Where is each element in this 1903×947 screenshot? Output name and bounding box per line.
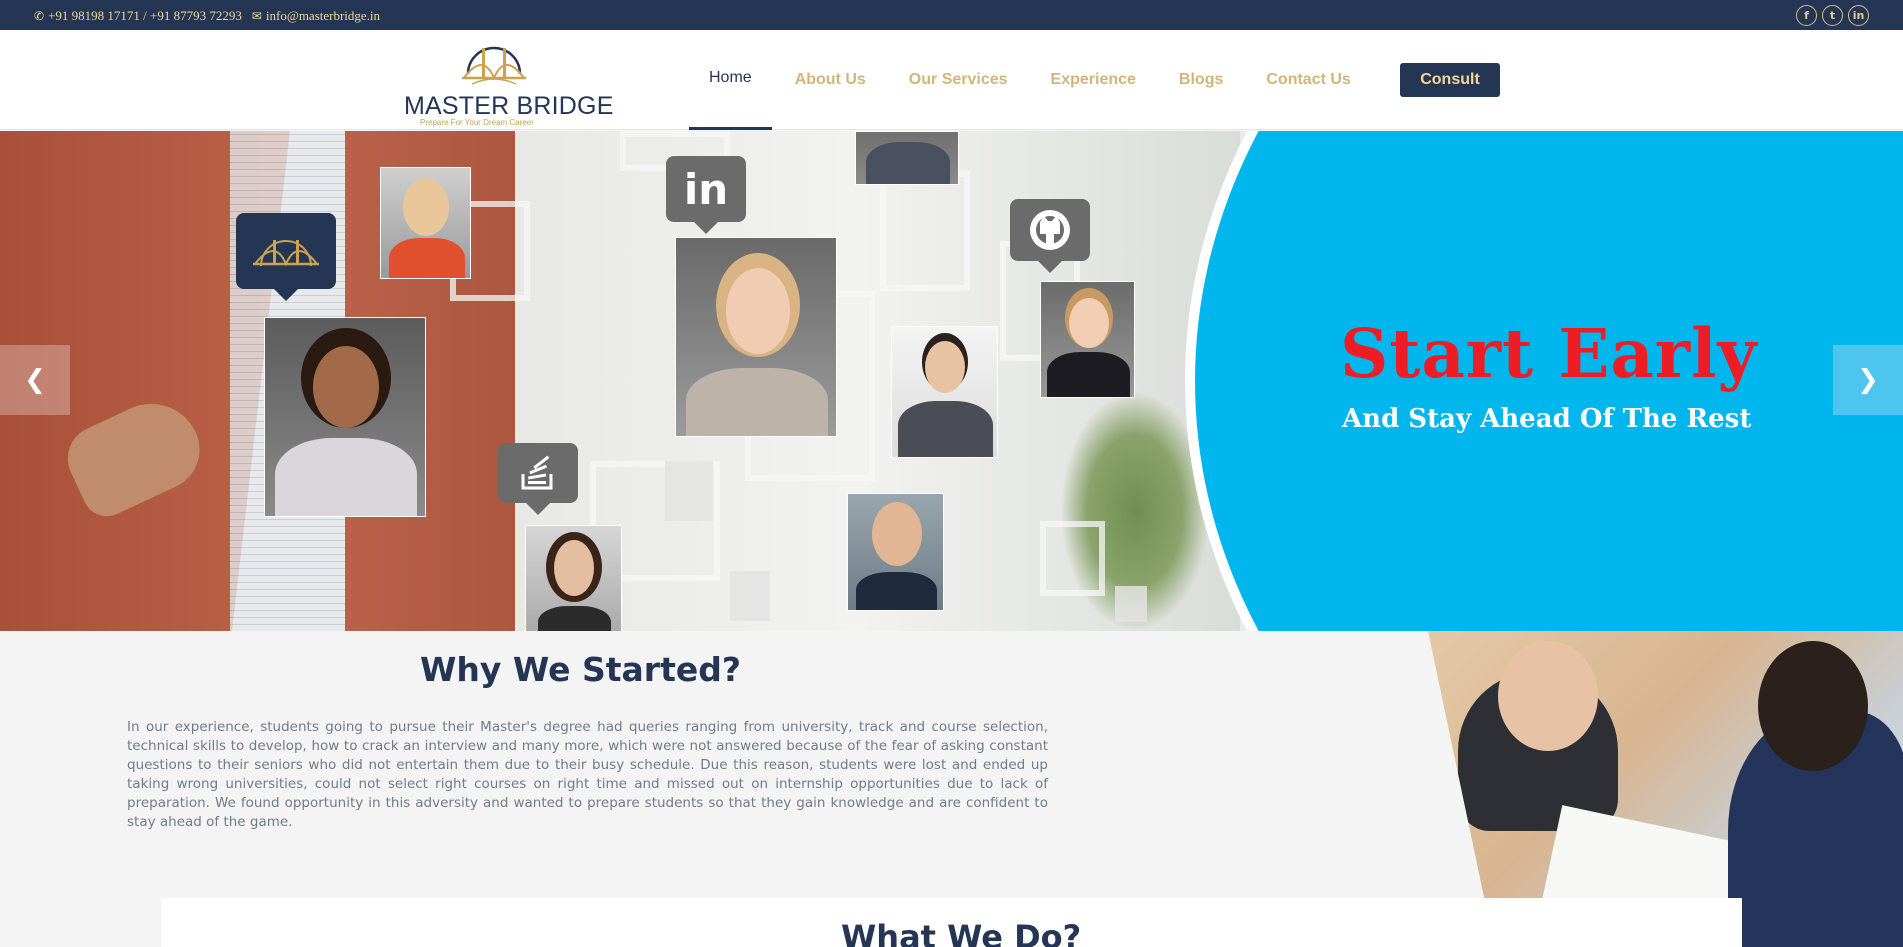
envelope-icon: ✉	[251, 8, 262, 23]
portrait-photo	[675, 237, 837, 437]
portrait-photo	[855, 131, 959, 185]
portrait-photo	[525, 525, 622, 631]
phone-icon: ✆	[34, 8, 45, 23]
decor-frame	[1040, 521, 1105, 596]
decor-square	[730, 571, 770, 621]
chevron-right-icon: ❯	[1857, 365, 1879, 395]
twitter-icon[interactable]: t	[1822, 5, 1843, 26]
portrait-photo	[891, 326, 998, 458]
logo-wordmark: MASTER BRIDGE	[404, 92, 614, 121]
slider-prev-button[interactable]: ❮	[0, 345, 70, 415]
logo-word-master: MASTER	[404, 92, 510, 120]
stackoverflow-badge-icon	[498, 443, 578, 515]
chevron-left-icon: ❮	[24, 365, 46, 395]
portrait-photo	[847, 493, 944, 611]
nav-our-services[interactable]: Our Services	[909, 30, 1008, 130]
consult-button[interactable]: Consult	[1400, 63, 1500, 97]
portrait-photo	[264, 317, 426, 517]
main-nav: Home About Us Our Services Experience Bl…	[689, 28, 1394, 130]
nav-blogs[interactable]: Blogs	[1179, 30, 1223, 130]
logo-tagline: Prepare For Your Dream Career	[420, 118, 534, 127]
why-section-title: Why We Started?	[420, 650, 741, 689]
facebook-icon[interactable]: f	[1796, 5, 1817, 26]
linkedin-icon[interactable]: in	[1848, 5, 1869, 26]
hero-slider: in Start Early And Stay Ahead Of The Res…	[0, 131, 1903, 631]
decor-square	[1115, 586, 1147, 622]
site-header: MASTER BRIDGE Prepare For Your Dream Car…	[0, 30, 1903, 130]
nav-experience[interactable]: Experience	[1051, 30, 1136, 130]
nav-contact-us[interactable]: Contact Us	[1266, 30, 1350, 130]
social-links: f t in	[1796, 5, 1869, 26]
masterbridge-logo-icon	[236, 213, 336, 301]
email-link[interactable]: info@masterbridge.in	[266, 8, 380, 24]
what-we-do-title: What We Do?	[841, 918, 1082, 947]
linkedin-badge-icon: in	[666, 156, 746, 234]
portrait-photo	[1040, 281, 1135, 398]
phone-numbers[interactable]: +91 98198 17171 / +91 87793 72293	[48, 8, 242, 24]
portrait-photo	[380, 167, 471, 279]
logo-word-bridge: BRIDGE	[516, 92, 614, 120]
bridge-logo-icon	[462, 46, 526, 85]
decor-frame	[880, 171, 970, 291]
why-section-text: In our experience, students going to pur…	[127, 719, 1048, 830]
nav-about-us[interactable]: About Us	[795, 30, 866, 130]
github-badge-icon	[1010, 199, 1090, 273]
hero-headline: Start Early	[1340, 314, 1758, 393]
decor-square	[665, 461, 713, 521]
nav-home[interactable]: Home	[689, 28, 772, 130]
slider-next-button[interactable]: ❯	[1833, 345, 1903, 415]
top-bar: ✆ +91 98198 17171 / +91 87793 72293 ✉ info@…	[0, 0, 1903, 30]
contact-info: ✆ +91 98198 17171 / +91 87793 72293 ✉ info@…	[34, 7, 380, 24]
site-logo[interactable]: MASTER BRIDGE Prepare For Your Dream Car…	[402, 34, 613, 127]
hero-subheadline: And Stay Ahead Of The Rest	[1342, 404, 1752, 434]
